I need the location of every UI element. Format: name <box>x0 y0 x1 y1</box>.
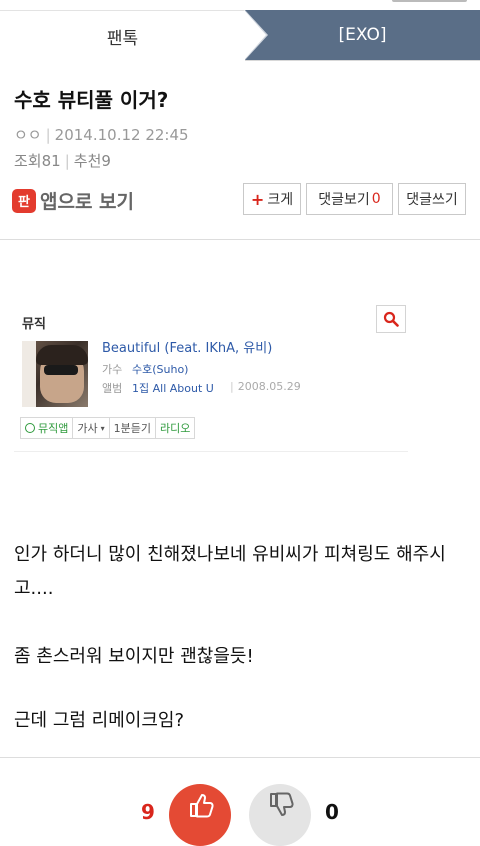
plus-icon: + <box>250 189 265 209</box>
write-comment-button[interactable]: 댓글쓰기 <box>398 183 466 215</box>
open-in-app-link[interactable]: 판 앱으로 보기 <box>12 187 134 214</box>
recommend-label: 추천 <box>73 152 102 170</box>
album-date-value: 2008.05.29 <box>237 380 301 393</box>
views-label: 조회 <box>14 152 42 170</box>
album-cover-image[interactable] <box>22 341 88 407</box>
album-label: 앨범 <box>102 382 123 395</box>
breadcrumb: 팬톡 [EXO] <box>0 0 480 61</box>
music-app-button[interactable]: 뮤직앱 <box>20 417 74 439</box>
chevron-down-icon: ▾ <box>100 423 105 433</box>
downvote-button[interactable] <box>249 784 311 846</box>
post-body-paragraph: 근데 그럼 리메이크임? <box>14 710 185 731</box>
thumbs-down-icon <box>270 792 294 816</box>
cover-sunglasses <box>44 365 78 375</box>
music-card: 뮤직 Beautiful (Feat. IKhA, 유비) 가수 수호(Suho… <box>14 299 408 452</box>
recommend-count: 9 <box>101 152 111 170</box>
zoom-button[interactable]: + 크게 <box>243 183 301 215</box>
lyrics-label: 가사 <box>77 422 98 435</box>
post-stats: 조회81 | 추천9 <box>14 150 111 171</box>
meta-separator: | <box>45 126 51 144</box>
post-body-paragraph: 좀 촌스러워 보이지만 괜찮을듯! <box>14 646 254 667</box>
breadcrumb-arrow <box>244 10 266 60</box>
body-divider <box>0 757 480 758</box>
one-minute-listen-button[interactable]: 1분듣기 <box>108 417 156 439</box>
singer-label: 가수 <box>102 363 123 376</box>
radio-button[interactable]: 라디오 <box>155 417 196 439</box>
lyrics-button[interactable]: 가사 ▾ <box>72 417 110 439</box>
cover-hair <box>36 345 88 365</box>
music-actions: 뮤직앱 가사 ▾ 1분듣기 라디오 <box>20 417 196 439</box>
post-body-paragraph: 인가 하더니 많이 친해졌나보네 유비씨가 피쳐링도 해주시고.... <box>14 544 446 599</box>
play-icon <box>25 423 35 433</box>
album-link[interactable]: 1집 All About U <box>132 380 214 396</box>
downvote-count: 0 <box>325 800 339 824</box>
header-divider <box>0 239 480 240</box>
post-meta: ㅇㅇ | 2014.10.12 22:45 <box>14 124 189 145</box>
zoom-label: 크게 <box>267 192 294 208</box>
music-heading: 뮤직 <box>22 317 46 332</box>
pann-app-icon: 판 <box>12 188 36 213</box>
singer-link[interactable]: 수호(Suho) <box>132 361 188 377</box>
breadcrumb-fantalk[interactable]: 팬톡 <box>0 10 245 61</box>
album-date: | 2008.05.29 <box>226 380 301 393</box>
thumbs-up-icon <box>190 794 214 818</box>
search-icon[interactable] <box>376 305 406 333</box>
open-in-app-label: 앱으로 보기 <box>40 191 135 213</box>
song-title-link[interactable]: Beautiful (Feat. IKhA, 유비) <box>102 337 272 356</box>
upvote-count: 9 <box>141 800 155 824</box>
post-title: 수호 뷰티풀 이거? <box>14 88 169 112</box>
breadcrumb-exo[interactable]: [EXO] <box>245 10 480 60</box>
view-comments-label: 댓글보기 <box>318 192 370 208</box>
upvote-button[interactable] <box>169 784 231 846</box>
views-count: 81 <box>41 152 61 170</box>
cover-stripe <box>22 341 36 407</box>
music-app-label: 뮤직앱 <box>38 422 69 435</box>
comment-count: 0 <box>371 191 381 207</box>
view-comments-button[interactable]: 댓글보기 0 <box>306 183 393 215</box>
post-author: ㅇㅇ <box>14 126 42 144</box>
album-date-separator: | <box>230 380 234 393</box>
stats-separator: | <box>64 152 70 170</box>
post-datetime: 2014.10.12 22:45 <box>54 126 189 144</box>
